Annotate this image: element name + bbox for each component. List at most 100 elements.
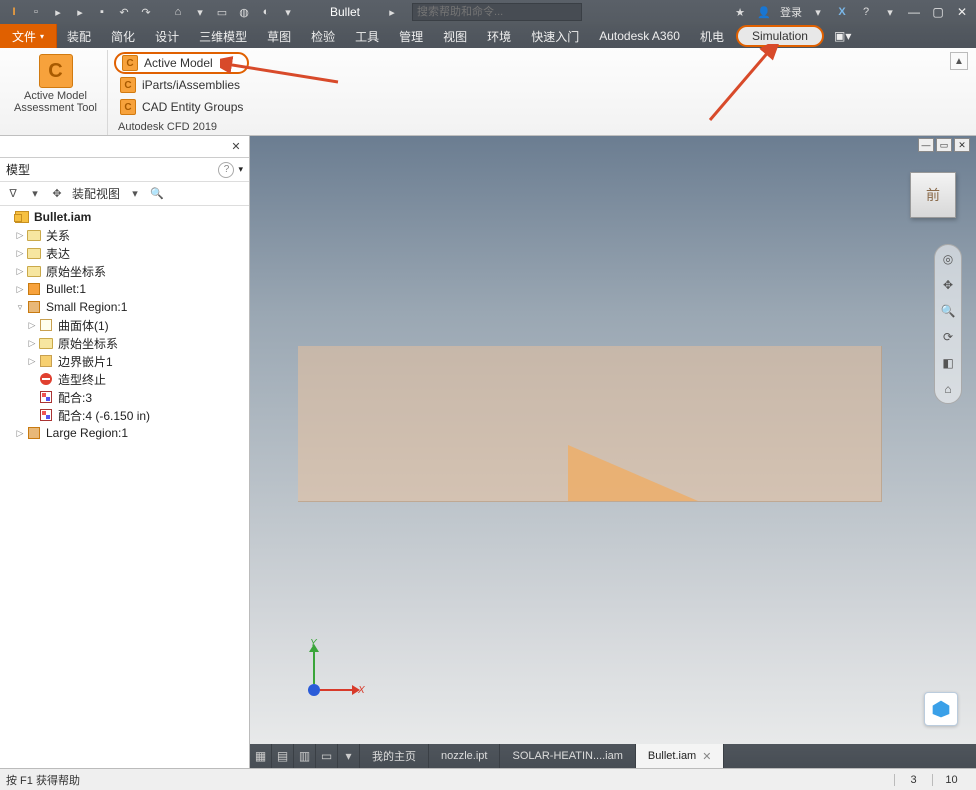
menu-inspect[interactable]: 检验	[301, 24, 345, 48]
tree-node-small-region[interactable]: ▿Small Region:1	[2, 298, 247, 316]
tree-node-mate3[interactable]: ▷配合:3	[2, 388, 247, 406]
menu-tools[interactable]: 工具	[345, 24, 389, 48]
menu-simulation[interactable]: Simulation	[736, 25, 824, 47]
menu-a360[interactable]: Autodesk A360	[589, 24, 690, 48]
app-icon: I	[6, 4, 22, 20]
search-arrow-icon[interactable]: ▸	[384, 4, 400, 20]
find-icon[interactable]: 🔍	[150, 187, 164, 201]
help-icon[interactable]: ?	[858, 4, 874, 20]
viewcube[interactable]: 前	[910, 172, 956, 218]
user-icon[interactable]: 👤	[756, 4, 772, 20]
tab-rows-icon[interactable]: ▭	[316, 744, 338, 768]
menu-view[interactable]: 视图	[433, 24, 477, 48]
close-button[interactable]: ✕	[954, 4, 970, 20]
login-link[interactable]: 登录	[780, 4, 802, 20]
menu-assembly[interactable]: 装配	[57, 24, 101, 48]
filter-dropdown-icon[interactable]: ▾	[28, 187, 42, 201]
tab-home[interactable]: 我的主页	[360, 744, 429, 768]
menu-design[interactable]: 设计	[145, 24, 189, 48]
undo-icon[interactable]: ↶	[116, 4, 132, 20]
menu-getstarted[interactable]: 快速入门	[521, 24, 589, 48]
ribbon-group-label: Autodesk CFD 2019	[118, 121, 217, 133]
menu-overflow-icon[interactable]: ▣▾	[826, 24, 859, 48]
view-dropdown-icon[interactable]: ▾	[128, 187, 142, 201]
viewport-3d[interactable]: — ▭ ✕ 前 ◎ ✥ 🔍 ⟳ ◧ ⌂ X Y ▦ ▤ ▥ ▭	[250, 136, 976, 768]
panel-mode-dropdown[interactable]: 模型 ?	[0, 158, 249, 182]
panel-mode-label: 模型	[6, 161, 30, 178]
tab-close-icon[interactable]: ✕	[702, 750, 711, 763]
menu-env[interactable]: 环境	[477, 24, 521, 48]
tab-nozzle[interactable]: nozzle.ipt	[429, 744, 500, 768]
tab-bullet[interactable]: Bullet.iam✕	[636, 744, 725, 768]
panel-help-icon[interactable]: ?	[218, 162, 234, 178]
new-icon[interactable]: ▫	[28, 4, 44, 20]
menu-manage[interactable]: 管理	[389, 24, 433, 48]
navigation-bar: ◎ ✥ 🔍 ⟳ ◧ ⌂	[934, 244, 962, 404]
view-icon[interactable]: ✥	[50, 187, 64, 201]
tab-solar[interactable]: SOLAR-HEATIN....iam	[500, 744, 635, 768]
help-dropdown-icon[interactable]: ▾	[882, 4, 898, 20]
home-icon[interactable]: ⌂	[170, 4, 186, 20]
open2-icon[interactable]: ▸	[72, 4, 88, 20]
menu-3dmodel[interactable]: 三维模型	[189, 24, 257, 48]
ribbon-collapse-button[interactable]: ▲	[950, 52, 968, 70]
tab-cols-icon[interactable]: ▥	[294, 744, 316, 768]
open-icon[interactable]: ▸	[50, 4, 66, 20]
viewport-restore-button[interactable]: ▭	[936, 138, 952, 152]
nav-zoom-icon[interactable]: 🔍	[938, 301, 958, 321]
coordinate-triad: X Y	[300, 644, 360, 704]
minimize-button[interactable]: —	[906, 4, 922, 20]
tab-tile-icon[interactable]: ▦	[250, 744, 272, 768]
menu-electro[interactable]: 机电	[690, 24, 734, 48]
nav-pan-icon[interactable]: ✥	[938, 275, 958, 295]
save-icon[interactable]: ▪	[94, 4, 110, 20]
login-dropdown-icon[interactable]: ▾	[810, 4, 826, 20]
status-cell-2: 10	[932, 774, 970, 786]
menu-bar: 文件 装配 简化 设计 三维模型 草图 检验 工具 管理 视图 环境 快速入门 …	[0, 24, 976, 48]
nav-orbit-icon[interactable]: ⟳	[938, 327, 958, 347]
select-icon[interactable]: ▭	[214, 4, 230, 20]
tree-node-model-stop[interactable]: ▷造型终止	[2, 370, 247, 388]
tree-node-origin[interactable]: ▷原始坐标系	[2, 262, 247, 280]
team-icon[interactable]: ▾	[192, 4, 208, 20]
file-menu[interactable]: 文件	[0, 24, 57, 48]
viewport-close-button[interactable]: ✕	[954, 138, 970, 152]
nav-wheel-icon[interactable]: ◎	[938, 249, 958, 269]
star-icon[interactable]: ★	[732, 4, 748, 20]
option-label: iParts/iAssemblies	[142, 78, 240, 92]
search-input[interactable]	[412, 3, 582, 21]
more-icon[interactable]: ▾	[280, 4, 296, 20]
view-label[interactable]: 装配视图	[72, 185, 120, 202]
nav-lookat-icon[interactable]: ◧	[938, 353, 958, 373]
tree-node-surfbody[interactable]: ▷曲面体(1)	[2, 316, 247, 334]
nav-home-icon[interactable]: ⌂	[938, 379, 958, 399]
menu-sketch[interactable]: 草图	[257, 24, 301, 48]
tree-node-boundary[interactable]: ▷边界嵌片1	[2, 352, 247, 370]
menu-simplify[interactable]: 简化	[101, 24, 145, 48]
share-button[interactable]	[924, 692, 958, 726]
redo-icon[interactable]: ↷	[138, 4, 154, 20]
exchange-icon[interactable]: X	[834, 4, 850, 20]
tab-grid-icon[interactable]: ▤	[272, 744, 294, 768]
tree-node-bullet[interactable]: ▷Bullet:1	[2, 280, 247, 298]
tree-root[interactable]: ▸Bullet.iam	[2, 208, 247, 226]
option-active-model[interactable]: C Active Model	[114, 52, 249, 74]
cfd-big-icon	[39, 54, 73, 88]
tree-node-large-region[interactable]: ▷Large Region:1	[2, 424, 247, 442]
cfd-small-icon: C	[120, 99, 136, 115]
tree-node-reps[interactable]: ▷表达	[2, 244, 247, 262]
tree-node-origin2[interactable]: ▷原始坐标系	[2, 334, 247, 352]
filter-icon[interactable]: ∇	[6, 187, 20, 201]
viewport-minimize-button[interactable]: —	[918, 138, 934, 152]
browser-toolbar: ∇ ▾ ✥ 装配视图 ▾ 🔍	[0, 182, 249, 206]
option-cad-groups[interactable]: C CAD Entity Groups	[114, 96, 249, 118]
tree-node-relations[interactable]: ▷关系	[2, 226, 247, 244]
panel-close-button[interactable]: ✕	[229, 140, 243, 154]
option-iparts[interactable]: C iParts/iAssemblies	[114, 74, 249, 96]
material-icon[interactable]: ◍	[236, 4, 252, 20]
status-hint: 按 F1 获得帮助	[6, 772, 80, 788]
tree-node-mate4[interactable]: ▷配合:4 (-6.150 in)	[2, 406, 247, 424]
tab-dropdown-icon[interactable]: ▾	[338, 744, 360, 768]
maximize-button[interactable]: ▢	[930, 4, 946, 20]
appearance-icon[interactable]: ◐	[258, 4, 274, 20]
